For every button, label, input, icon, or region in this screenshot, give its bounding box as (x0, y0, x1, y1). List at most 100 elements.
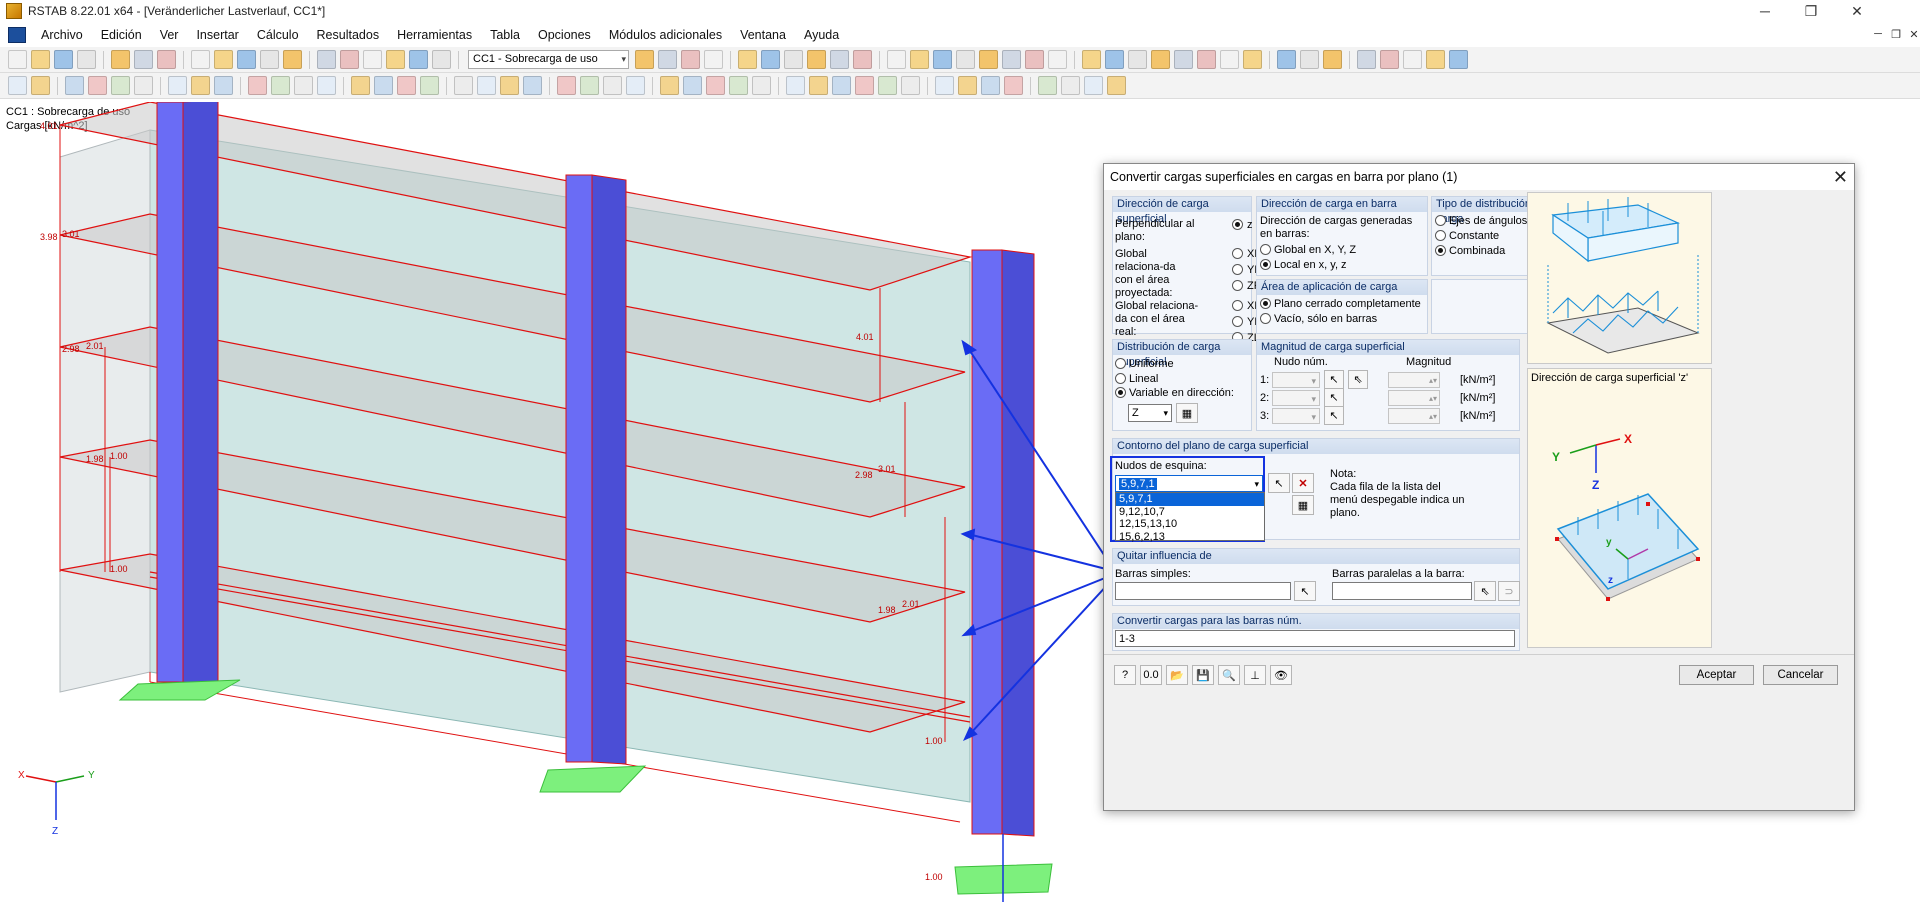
toolbar-tool-icon[interactable] (658, 50, 677, 69)
radio-local-xyz[interactable] (1260, 259, 1271, 270)
toolbar-tool-icon[interactable] (214, 50, 233, 69)
dropdown-option[interactable]: 5,9,7,1 (1116, 493, 1264, 506)
menu-resultados[interactable]: Resultados (308, 28, 389, 42)
support-1[interactable] (118, 679, 241, 701)
toolbar-tool-icon[interactable] (409, 50, 428, 69)
menu-insertar[interactable]: Insertar (187, 28, 247, 42)
node-3-select[interactable]: ▾ (1272, 408, 1320, 424)
radio-variable[interactable] (1115, 387, 1126, 398)
toolbar-tool-icon[interactable] (54, 50, 73, 69)
toolbar-tool-icon[interactable] (1002, 50, 1021, 69)
toolbar-tool-icon[interactable] (1025, 50, 1044, 69)
toolbar-tool-icon[interactable] (887, 50, 906, 69)
pick-parallel-bars-icon[interactable]: ⇖ (1474, 581, 1496, 601)
minimize-icon[interactable]: ─ (1742, 0, 1788, 22)
toolbar-tool-icon[interactable] (397, 76, 416, 95)
simple-bars-input[interactable] (1115, 582, 1291, 600)
toolbar-tool-icon[interactable] (351, 76, 370, 95)
menu-opciones[interactable]: Opciones (529, 28, 600, 42)
toolbar-tool-icon[interactable] (31, 50, 50, 69)
toolbar-tool-icon[interactable] (1243, 50, 1262, 69)
dropdown-option[interactable]: 9,12,10,7 (1116, 506, 1264, 519)
support-2[interactable] (539, 765, 647, 793)
toolbar-tool-icon[interactable] (260, 50, 279, 69)
toolbar-tool-icon[interactable] (340, 50, 359, 69)
dropdown-option[interactable]: 12,15,13,10 (1116, 518, 1264, 531)
toolbar-tool-icon[interactable] (1300, 50, 1319, 69)
document-icon[interactable] (8, 27, 26, 43)
toolbar-tool-icon[interactable] (134, 50, 153, 69)
toolbar-tool-icon[interactable] (65, 76, 84, 95)
coordinates-icon[interactable]: ⊥ (1244, 665, 1266, 685)
radio-uniform[interactable] (1115, 358, 1126, 369)
toolbar-tool-icon[interactable] (237, 50, 256, 69)
toolbar-tool-icon[interactable] (134, 76, 153, 95)
edit-rows-icon[interactable]: ▦ (1292, 495, 1314, 515)
radio-linear[interactable] (1115, 373, 1126, 384)
toolbar-tool-icon[interactable] (786, 76, 805, 95)
ok-button[interactable]: Aceptar (1679, 665, 1754, 685)
load-case-select[interactable]: CC1 - Sobrecarga de uso ▾ (468, 50, 629, 69)
node-1-select[interactable]: ▾ (1272, 372, 1320, 388)
toolbar-tool-icon[interactable] (386, 50, 405, 69)
menu-modulos-adicionales[interactable]: Módulos adicionales (600, 28, 731, 42)
menu-edicion[interactable]: Edición (92, 28, 151, 42)
toolbar-tool-icon[interactable] (191, 76, 210, 95)
magnitude-3-input[interactable]: ▴▾ (1388, 408, 1440, 424)
toolbar-tool-icon[interactable] (1151, 50, 1170, 69)
toolbar-tool-icon[interactable] (168, 76, 187, 95)
decimals-icon[interactable]: 0.0 (1140, 665, 1162, 685)
corner-nodes-combo[interactable]: 5,9,7,1 ▾ (1115, 475, 1263, 492)
dropdown-option[interactable]: 15,6,2,13 (1116, 531, 1264, 544)
pick-nodes-icon[interactable]: ⇖ (1348, 370, 1368, 389)
direction-settings-icon[interactable]: ▦ (1176, 403, 1198, 423)
toolbar-tool-icon[interactable] (681, 50, 700, 69)
toolbar-tool-icon[interactable] (111, 76, 130, 95)
toolbar-tool-icon[interactable] (1084, 76, 1103, 95)
cancel-button[interactable]: Cancelar (1763, 665, 1838, 685)
toolbar-tool-icon[interactable] (761, 50, 780, 69)
pick-node-1-icon[interactable]: ↖ (1324, 370, 1344, 389)
node-2-select[interactable]: ▾ (1272, 390, 1320, 406)
toolbar-tool-icon[interactable] (1105, 50, 1124, 69)
mdi-minimize-icon[interactable]: ─ (1868, 28, 1888, 40)
magnitude-2-input[interactable]: ▴▾ (1388, 390, 1440, 406)
toolbar-tool-icon[interactable] (1128, 50, 1147, 69)
help-icon[interactable]: ? (1114, 665, 1136, 685)
toolbar-tool-icon[interactable] (738, 50, 757, 69)
toolbar-tool-icon[interactable] (1380, 50, 1399, 69)
toolbar-tool-icon[interactable] (979, 50, 998, 69)
toolbar-tool-icon[interactable] (374, 76, 393, 95)
toolbar-tool-icon[interactable] (901, 76, 920, 95)
toolbar-tool-icon[interactable] (77, 50, 96, 69)
radio-xl[interactable] (1232, 300, 1243, 311)
toolbar-tool-icon[interactable] (1174, 50, 1193, 69)
toolbar-tool-icon[interactable] (878, 76, 897, 95)
toolbar-tool-icon[interactable] (958, 76, 977, 95)
radio-constant[interactable] (1435, 230, 1446, 241)
toolbar-tool-icon[interactable] (317, 76, 336, 95)
toolbar-tool-icon[interactable] (8, 76, 27, 95)
toolbar-tool-icon[interactable] (557, 76, 576, 95)
toolbar-tool-icon[interactable] (420, 76, 439, 95)
pick-simple-bars-icon[interactable]: ↖ (1294, 581, 1316, 601)
radio-z[interactable] (1232, 219, 1243, 230)
toolbar-tool-icon[interactable] (1038, 76, 1057, 95)
toolbar-tool-icon[interactable] (523, 76, 542, 95)
toolbar-tool-icon[interactable] (1403, 50, 1422, 69)
radio-yp[interactable] (1232, 264, 1243, 275)
menu-calculo[interactable]: Cálculo (248, 28, 308, 42)
radio-xp[interactable] (1232, 248, 1243, 259)
toolbar-tool-icon[interactable] (910, 50, 929, 69)
view-icon[interactable]: 🔍 (1218, 665, 1240, 685)
magnitude-1-input[interactable]: ▴▾ (1388, 372, 1440, 388)
toolbar-tool-icon[interactable] (635, 50, 654, 69)
toolbar-tool-icon[interactable] (294, 76, 313, 95)
toolbar-tool-icon[interactable] (603, 76, 622, 95)
toolbar-tool-icon[interactable] (1323, 50, 1342, 69)
toolbar-tool-icon[interactable] (809, 76, 828, 95)
mdi-restore-icon[interactable]: ❐ (1886, 28, 1906, 41)
pick-node-2-icon[interactable]: ↖ (1324, 388, 1344, 407)
toolbar-tool-icon[interactable] (729, 76, 748, 95)
toolbar-tool-icon[interactable] (853, 50, 872, 69)
